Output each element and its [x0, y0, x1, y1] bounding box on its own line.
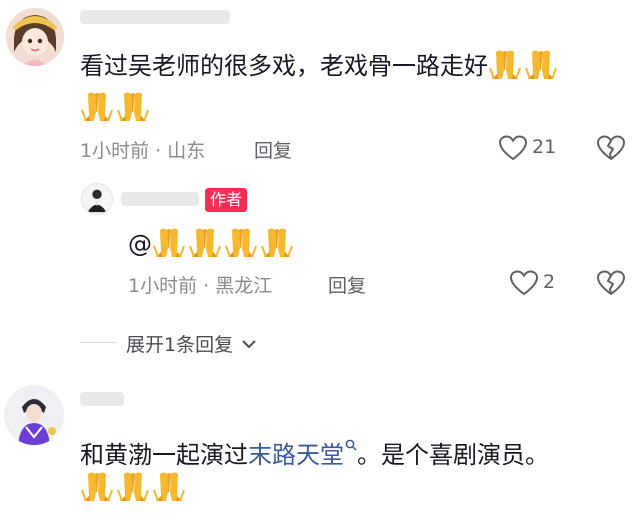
comment-text-content: 看过吴老师的很多戏，老戏骨一路走好 — [80, 52, 488, 80]
mention-prefix: @ — [128, 230, 152, 258]
prayer-hands-emoji — [188, 226, 222, 258]
prayer-hands-emoji — [488, 48, 522, 80]
emoji-row — [80, 90, 152, 122]
like-count: 2 — [543, 271, 556, 293]
prayer-hands-emoji — [80, 90, 114, 122]
prayer-hands-emoji — [224, 226, 258, 258]
heart-icon[interactable] — [499, 135, 527, 161]
reply-meta: 1小时前 · 黑龙江 — [128, 275, 273, 297]
comment-meta: 1小时前 · 山东 — [80, 140, 206, 162]
author-badge: 作者 — [205, 188, 248, 212]
author-avatar[interactable] — [81, 183, 113, 215]
comment-text-before: 和黄渤一起演过 — [80, 441, 248, 469]
prayer-hands-emoji — [152, 470, 186, 502]
prayer-hands-emoji — [524, 48, 558, 80]
broken-heart-icon[interactable] — [597, 270, 625, 296]
reply-text: @ — [128, 226, 296, 261]
broken-heart-icon[interactable] — [597, 135, 625, 161]
avatar[interactable] — [4, 385, 64, 445]
search-link[interactable]: 末路天堂 — [248, 439, 357, 469]
expand-divider — [80, 342, 116, 343]
prayer-hands-emoji — [116, 90, 150, 122]
search-link-label: 末路天堂 — [248, 441, 344, 469]
reply-button[interactable]: 回复 — [254, 136, 292, 163]
comment-text-after: 。是个喜剧演员。 — [357, 441, 549, 469]
prayer-hands-emoji — [80, 470, 114, 502]
expand-replies-button[interactable]: 展开1条回复 — [126, 330, 257, 357]
prayer-hands-emoji — [260, 226, 294, 258]
prayer-hands-emoji — [116, 470, 150, 502]
author-name-masked[interactable] — [121, 192, 199, 206]
prayer-hands-emoji — [152, 226, 186, 258]
like-count: 21 — [532, 136, 557, 158]
username-masked[interactable] — [80, 392, 124, 406]
avatar[interactable] — [6, 8, 64, 66]
expand-replies-label: 展开1条回复 — [126, 334, 234, 356]
comment-text: 看过吴老师的很多戏，老戏骨一路走好 — [80, 48, 560, 83]
search-icon — [345, 426, 357, 460]
chevron-down-icon — [241, 332, 257, 354]
comment-text: 和黄渤一起演过末路天堂 。是个喜剧演员。 — [80, 426, 549, 472]
reply-button[interactable]: 回复 — [328, 271, 366, 298]
heart-icon[interactable] — [510, 270, 538, 296]
emoji-row — [80, 470, 188, 502]
username-masked[interactable] — [80, 10, 230, 24]
